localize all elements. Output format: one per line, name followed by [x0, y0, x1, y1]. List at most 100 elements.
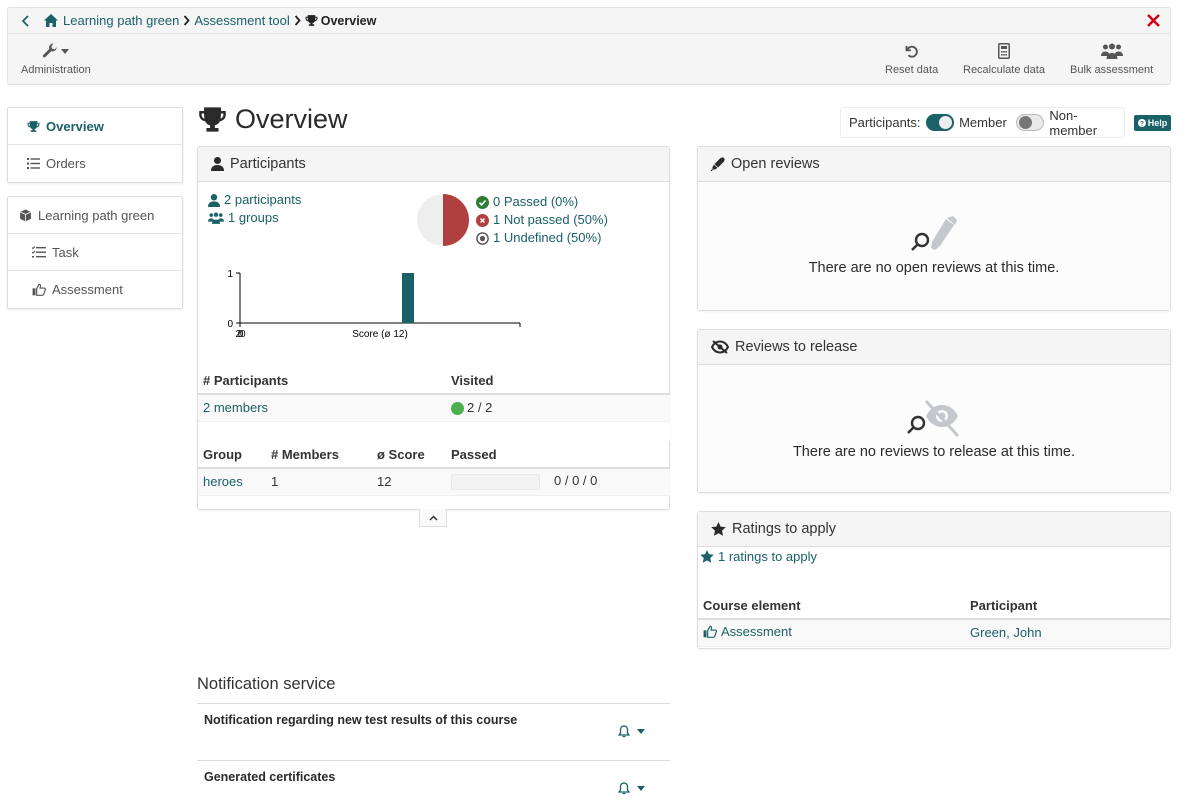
visited-value: 2 / 2 — [467, 400, 493, 416]
average-score: 12 — [372, 468, 446, 496]
table-row: 2 members 2 / 2 — [198, 394, 670, 422]
close-button[interactable] — [1144, 11, 1162, 29]
chevron-right-icon — [294, 15, 301, 26]
list-icon — [27, 158, 40, 169]
question-circle-icon: ? — [1137, 119, 1146, 127]
help-button[interactable]: ? Help — [1134, 115, 1171, 131]
calculator-icon — [997, 43, 1010, 59]
member-toggle[interactable] — [925, 114, 955, 131]
ratings-table: Course element Participant Assessment Gr… — [698, 592, 1170, 647]
course-element-link[interactable]: Assessment — [721, 624, 792, 639]
user-icon — [211, 157, 224, 171]
sidebar-item-label: Assessment — [52, 282, 123, 297]
ratings-summary-link[interactable]: 1 ratings to apply — [718, 549, 817, 564]
notification-label: Generated certificates — [204, 770, 336, 784]
home-icon[interactable] — [44, 14, 58, 27]
ratings-to-apply-title: Ratings to apply — [732, 521, 836, 537]
subscribe-dropdown[interactable] — [618, 782, 645, 795]
legend-label: 1 Undefined (50%) — [493, 230, 602, 245]
column-header: Passed — [446, 441, 670, 469]
chevron-left-icon — [21, 14, 29, 27]
tasks-icon — [32, 246, 46, 258]
y-tick-label: 0 — [227, 319, 233, 330]
legend-passed[interactable]: 0 Passed (0%) — [476, 193, 608, 211]
open-reviews-header: Open reviews — [698, 147, 1170, 182]
svg-text:?: ? — [1140, 120, 1144, 127]
participants-link[interactable]: 2 participants — [224, 191, 301, 209]
page-title-text: Overview — [235, 104, 348, 134]
bulk-assessment-label: Bulk assessment — [1070, 64, 1154, 76]
bulk-assessment-button[interactable]: Bulk assessment — [1070, 41, 1153, 76]
trophy-icon — [27, 120, 40, 132]
ratings-to-apply-header: Ratings to apply — [698, 512, 1170, 547]
passed-progress-bar — [451, 474, 540, 491]
caret-down-icon — [637, 729, 645, 734]
column-header: Participant — [965, 592, 1170, 620]
help-label: Help — [1147, 118, 1168, 128]
participant-link[interactable]: Green, John — [970, 625, 1042, 640]
recalculate-data-button[interactable]: Recalculate data — [963, 41, 1045, 76]
empty-message: There are no reviews to release at this … — [792, 443, 1076, 460]
check-circle-icon — [476, 195, 489, 209]
reset-data-button[interactable]: Reset data — [885, 41, 938, 76]
x-axis-label: Score (ø 12) — [352, 329, 408, 340]
sidebar-item-learning-path-green[interactable]: Learning path green — [8, 197, 182, 234]
table-row: heroes 1 12 0 / 0 / 0 — [198, 468, 670, 496]
filter-label: Participants: — [849, 115, 921, 130]
breadcrumb-assessment-tool[interactable]: Assessment tool — [194, 13, 289, 28]
groups-link[interactable]: 1 groups — [228, 209, 279, 227]
visited-status-dot — [451, 402, 464, 416]
search-marker-icon — [911, 216, 957, 251]
notification-service-title: Notification service — [197, 675, 336, 693]
sidebar-item-task[interactable]: Task — [8, 234, 182, 271]
groups-table: Group # Members ø Score Passed heroes 1 … — [198, 441, 670, 496]
legend-label: 0 Passed (0%) — [493, 194, 579, 209]
pie-slice-undefined — [417, 194, 443, 246]
column-header: # Participants — [198, 367, 446, 395]
legend-label: 1 Not passed (50%) — [493, 212, 608, 227]
non-member-toggle[interactable] — [1015, 114, 1045, 131]
star-icon — [700, 550, 714, 563]
column-header: Group — [198, 441, 266, 469]
column-header: # Members — [266, 441, 372, 469]
back-button[interactable] — [16, 12, 34, 30]
passed-pie-chart — [417, 194, 469, 246]
reviews-to-release-empty-state: There are no reviews to release at this … — [698, 365, 1170, 492]
members-link[interactable]: 2 members — [203, 400, 268, 415]
cube-icon — [19, 209, 32, 221]
breadcrumb-current: Overview — [305, 14, 376, 28]
legend-undefined[interactable]: 1 Undefined (50%) — [476, 229, 608, 247]
users-icon — [1100, 43, 1123, 59]
marker-icon — [711, 157, 725, 171]
legend-not-passed[interactable]: 1 Not passed (50%) — [476, 211, 608, 229]
ratings-summary: 1 ratings to apply — [700, 549, 817, 564]
reviews-to-release-header: Reviews to release — [698, 330, 1170, 365]
page-title: Overview — [197, 104, 348, 135]
notification-label: Notification regarding new test results … — [204, 713, 518, 727]
sidebar-item-label: Orders — [46, 156, 86, 171]
administration-menu[interactable]: Administration — [21, 41, 91, 76]
group-link[interactable]: heroes — [203, 474, 243, 489]
reviews-to-release-panel: Reviews to release There are no reviews … — [697, 329, 1171, 493]
sidebar-item-label: Task — [52, 244, 79, 260]
thumbs-up-icon — [32, 283, 46, 296]
sidebar-item-orders[interactable]: Orders — [8, 145, 182, 182]
open-reviews-title: Open reviews — [731, 156, 820, 172]
open-reviews-panel: Open reviews There are no open reviews a… — [697, 146, 1171, 311]
column-header: Visited — [446, 367, 670, 395]
sidebar-item-overview[interactable]: Overview — [8, 108, 182, 145]
reset-data-label: Reset data — [885, 64, 939, 76]
pie-slice-not-passed — [443, 194, 469, 246]
breadcrumb: Learning path green Assessment tool Over… — [8, 8, 1170, 34]
sidebar-primary-nav: Overview Orders — [7, 107, 183, 183]
user-icon — [208, 193, 220, 207]
breadcrumb-course[interactable]: Learning path green — [63, 13, 179, 28]
sidebar-item-assessment[interactable]: Assessment — [8, 271, 182, 308]
members-count: 1 — [266, 468, 372, 496]
administration-label: Administration — [21, 64, 91, 76]
subscribe-dropdown[interactable] — [618, 725, 645, 738]
sidebar-item-label: Overview — [46, 118, 104, 134]
table-row: Assessment Green, John — [698, 619, 1170, 647]
ratings-to-apply-panel: Ratings to apply 1 ratings to apply Cour… — [697, 511, 1171, 649]
collapse-button[interactable] — [419, 509, 447, 527]
